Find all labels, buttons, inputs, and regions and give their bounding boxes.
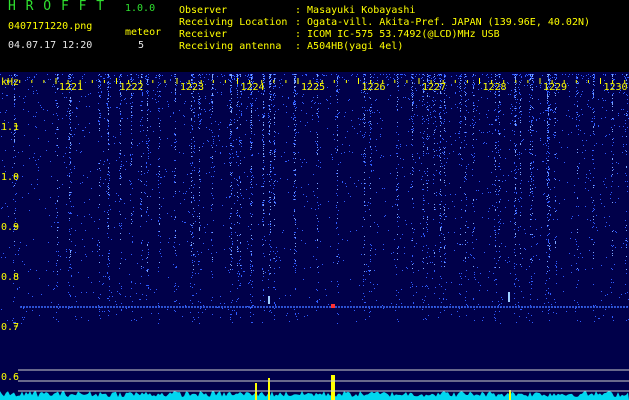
- y-tick-label: 1.1: [1, 122, 19, 133]
- x-tick-label: 1225: [301, 82, 325, 93]
- app-title: H R O F F T: [8, 0, 106, 14]
- x-tick-label: 1221: [59, 82, 83, 93]
- antenna-label: Receiving antenna: [179, 41, 282, 52]
- antenna-value: : A504HB(yagi 4el): [295, 41, 404, 52]
- receiver-label: Receiver: [179, 29, 228, 40]
- y-tick-label: 0.7: [1, 322, 19, 333]
- app-version: 1.0.0: [125, 3, 156, 14]
- meteor-label: meteor: [125, 27, 162, 38]
- frequency-unit-label: kHz: [1, 77, 19, 88]
- observer-label: Observer: [179, 5, 228, 16]
- y-tick-label: 1.0: [1, 172, 19, 183]
- x-tick-label: 1226: [362, 82, 386, 93]
- receiver-value: : ICOM IC-575 53.7492(@LCD)MHz USB: [295, 29, 500, 40]
- location-value: : Ogata-vill. Akita-Pref. JAPAN (139.96E…: [295, 17, 591, 28]
- observer-value: : Masayuki Kobayashi: [295, 5, 416, 16]
- y-tick-label: 0.8: [1, 272, 19, 283]
- x-tick-label: 1224: [241, 82, 265, 93]
- file-datetime: 04.07.17 12:20: [8, 40, 93, 51]
- header-panel: H R O F F T 1.0.0 0407171220.png meteor …: [0, 0, 629, 72]
- meteor-count: 5: [138, 40, 145, 51]
- x-tick-label: 1228: [483, 82, 507, 93]
- echo-trace: [508, 292, 510, 302]
- x-tick-label: 1227: [422, 82, 446, 93]
- echo-trace: [268, 296, 270, 304]
- x-tick-label: 1223: [180, 82, 204, 93]
- echo-spike: [331, 375, 335, 400]
- y-tick-label: 0.6: [1, 372, 19, 383]
- spectrogram-plot: 1221 1222 1223 1224 1225 1226 1227 1228 1229 1230…: [0, 72, 629, 400]
- file-name: 0407171220.png: [8, 21, 93, 32]
- x-tick-label: 1230: [604, 82, 628, 93]
- location-label: Receiving Location: [179, 17, 288, 28]
- x-tick-label: 1222: [120, 82, 144, 93]
- x-tick-label: 1229: [543, 82, 567, 93]
- y-tick-label: 0.9: [1, 222, 19, 233]
- echo-trace: [331, 304, 335, 308]
